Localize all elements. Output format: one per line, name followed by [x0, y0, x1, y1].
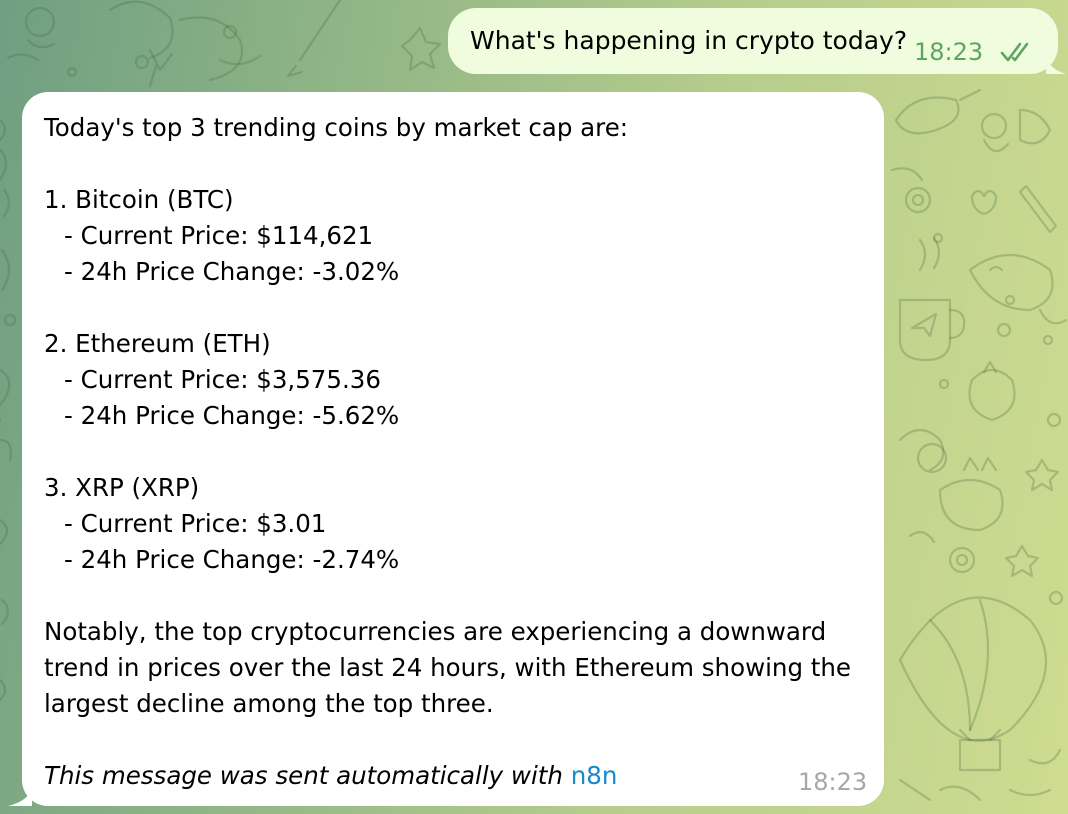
- incoming-message-time: 18:23: [798, 768, 868, 796]
- incoming-message-body: Today's top 3 trending coins by market c…: [44, 110, 864, 794]
- footer-text: This message was sent automatically with: [44, 761, 563, 790]
- summary-line: Notably, the top cryptocurrencies are ex…: [44, 617, 827, 646]
- automation-footer: This message was sent automatically with…: [44, 758, 864, 794]
- message-intro: Today's top 3 trending coins by market c…: [44, 113, 629, 142]
- coin-price: - Current Price: $3,575.36: [64, 365, 381, 394]
- chat-background: What's happening in crypto today? 18:23 …: [0, 0, 1068, 814]
- coin-change: - 24h Price Change: -3.02%: [64, 257, 400, 286]
- coin-heading: 2. Ethereum (ETH): [44, 329, 271, 358]
- summary-line: largest decline among the top three.: [44, 689, 494, 718]
- outgoing-bubble-tail: [1046, 52, 1066, 74]
- coin-heading: 3. XRP (XRP): [44, 473, 200, 502]
- outgoing-message-bubble[interactable]: What's happening in crypto today? 18:23: [448, 8, 1058, 74]
- coin-price: - Current Price: $114,621: [64, 221, 374, 250]
- coin-change: - 24h Price Change: -2.74%: [64, 545, 400, 574]
- coin-change: - 24h Price Change: -5.62%: [64, 401, 400, 430]
- outgoing-message-time: 18:23: [914, 38, 984, 66]
- n8n-link[interactable]: n8n: [571, 761, 618, 790]
- summary-line: trend in prices over the last 24 hours, …: [44, 653, 851, 682]
- coin-price: - Current Price: $3.01: [64, 509, 327, 538]
- outgoing-message-text: What's happening in crypto today?: [470, 26, 908, 55]
- coin-heading: 1. Bitcoin (BTC): [44, 185, 234, 214]
- double-check-icon: [1000, 42, 1029, 62]
- incoming-message-bubble[interactable]: Today's top 3 trending coins by market c…: [22, 92, 884, 806]
